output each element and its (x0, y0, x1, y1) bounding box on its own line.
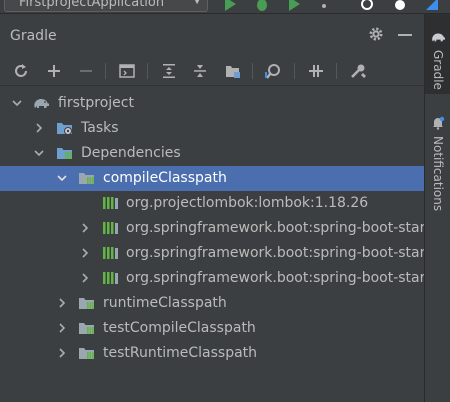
minimize-icon[interactable] (398, 34, 412, 36)
tree-node-label: Dependencies (81, 145, 181, 161)
settings-icon[interactable] (392, 0, 408, 12)
tree-node-firstproject[interactable]: firstproject (0, 91, 424, 116)
add-icon[interactable] (45, 62, 63, 80)
tree-node-label: Tasks (81, 120, 119, 136)
group-modules-icon[interactable] (224, 62, 242, 80)
chevron-right-icon[interactable] (56, 297, 68, 309)
analyze-dependencies-icon[interactable] (264, 62, 282, 80)
remove-icon[interactable] (77, 62, 95, 80)
tree-node-tasks[interactable]: Tasks (0, 116, 424, 141)
folder-library-icon (79, 323, 94, 334)
jetbrains-logo-icon (426, 0, 438, 10)
library-icon (103, 222, 118, 234)
library-icon (103, 272, 118, 284)
chevron-right-icon[interactable] (33, 122, 45, 134)
tree-node-label: org.springframework.boot:spring-boot-sta… (126, 245, 440, 261)
tree-node-label: org.projectlombok:lombok:1.18.26 (126, 195, 369, 211)
library-icon (103, 247, 118, 259)
run-with-coverage-icon[interactable] (286, 0, 302, 12)
tree-node-dependency[interactable]: org.projectlombok:lombok:1.18.26 (0, 191, 424, 216)
run-configuration-selector[interactable]: FirstprojectApplication ▼ (4, 0, 208, 12)
collapse-all-icon[interactable] (191, 62, 209, 80)
tree-node-label: testCompileClasspath (103, 320, 256, 336)
tree-node-label: runtimeClasspath (103, 295, 227, 311)
tree-node-test-runtime-classpath[interactable]: testRuntimeClasspath (0, 341, 424, 366)
library-icon (103, 197, 118, 209)
notifications-side-tab[interactable]: Notifications (425, 110, 450, 220)
chevron-right-icon[interactable] (56, 322, 68, 334)
toolbar-separator (336, 63, 337, 79)
tree-node-dependencies[interactable]: Dependencies (0, 141, 424, 166)
build-tool-settings-icon[interactable] (349, 62, 367, 80)
gradle-elephant-icon (432, 33, 445, 42)
debug-icon[interactable] (254, 0, 270, 12)
toolbar-separator (147, 63, 148, 79)
tree-node-label: org.springframework.boot:spring-boot-sta… (126, 220, 440, 236)
folder-library-icon (79, 173, 94, 184)
tool-window-header: Gradle (0, 14, 424, 56)
tree-node-dependency[interactable]: org.springframework.boot:spring-boot-sta… (0, 216, 439, 241)
gear-icon[interactable] (368, 26, 384, 42)
toolbar-separator (252, 63, 253, 79)
run-icon[interactable] (222, 0, 238, 12)
folder-library-icon (79, 348, 94, 359)
tree-node-runtime-classpath[interactable]: runtimeClasspath (0, 291, 424, 316)
search-icon[interactable] (360, 0, 376, 12)
tree-node-label: firstproject (58, 95, 134, 111)
tree-node-compile-classpath[interactable]: compileClasspath (0, 166, 424, 191)
folder-library-icon (79, 298, 94, 309)
tree-node-label: compileClasspath (103, 170, 227, 186)
gradle-elephant-icon (34, 99, 49, 108)
main-toolbar: FirstprojectApplication ▼ (0, 0, 450, 14)
toolbar-separator (294, 63, 295, 79)
gradle-tool-window: Gradle firstproject Tasks Dependencies c… (0, 14, 439, 402)
expand-all-icon[interactable] (160, 62, 178, 80)
run-configuration-label: FirstprojectApplication (19, 0, 165, 10)
chevron-down-icon: ▼ (193, 0, 201, 6)
chevron-down-icon[interactable] (33, 147, 45, 159)
right-tool-strip: Gradle Notifications (424, 14, 450, 402)
execute-task-icon[interactable] (118, 62, 136, 80)
bell-icon (433, 116, 445, 130)
gradle-side-tab[interactable]: Gradle (425, 14, 450, 94)
chevron-right-icon[interactable] (79, 222, 91, 234)
folder-gear-icon (57, 123, 72, 135)
chevron-right-icon[interactable] (56, 347, 68, 359)
chevron-down-icon[interactable] (56, 172, 68, 184)
chevron-right-icon[interactable] (79, 247, 91, 259)
reload-icon[interactable] (12, 62, 30, 80)
tree-node-label: org.springframework.boot:spring-boot-sta… (126, 270, 440, 286)
chevron-right-icon[interactable] (79, 272, 91, 284)
tree-node-label: testRuntimeClasspath (103, 345, 258, 361)
chevron-down-icon[interactable] (11, 97, 23, 109)
toggle-offline-icon[interactable] (307, 62, 325, 80)
notifications-side-tab-label: Notifications (431, 136, 445, 212)
gradle-project-tree: firstproject Tasks Dependencies compileC… (0, 88, 439, 402)
tree-node-test-compile-classpath[interactable]: testCompileClasspath (0, 316, 424, 341)
tool-window-title: Gradle (10, 28, 57, 44)
tree-node-dependency[interactable]: org.springframework.boot:spring-boot-sta… (0, 266, 439, 291)
tree-node-dependency[interactable]: org.springframework.boot:spring-boot-sta… (0, 241, 439, 266)
more-actions-icon[interactable] (316, 0, 332, 12)
gradle-toolbar (0, 56, 424, 86)
folder-library-icon (57, 148, 72, 159)
toolbar-separator (105, 63, 106, 79)
gradle-side-tab-label: Gradle (431, 50, 445, 90)
